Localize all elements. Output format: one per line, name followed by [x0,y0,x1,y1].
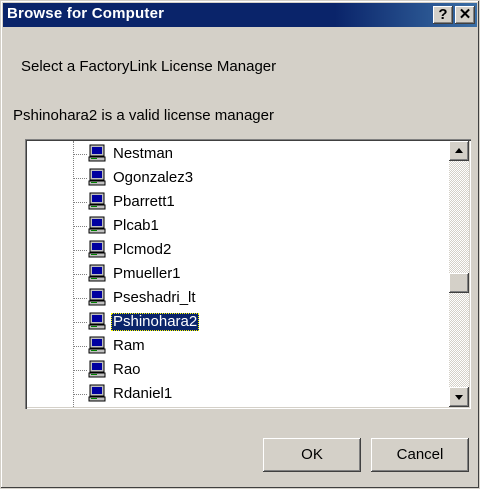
tree-item-label: Ram [113,337,145,354]
computer-icon [88,360,106,378]
tree-branch-line [73,346,87,347]
tree-item[interactable]: Ram [73,335,453,357]
tree-item[interactable]: Pmueller1 [73,263,453,285]
tree-item-label: Plcmod2 [113,241,172,258]
tree-branch-line [73,274,87,275]
tree-item[interactable]: Pseshadri_lt [73,287,453,309]
vertical-scrollbar[interactable] [449,141,469,407]
browse-for-computer-dialog: Browse for Computer ? ✕ Select a Factory… [0,0,480,489]
computer-icon [88,336,106,354]
tree-branch-line [73,250,87,251]
computer-icon [88,384,106,402]
close-button[interactable]: ✕ [455,6,475,24]
status-label: Pshinohara2 is a valid license manager [13,107,274,124]
tree-item-label: Rdaniel1 [113,385,173,402]
title-bar[interactable]: Browse for Computer ? ✕ [3,3,477,27]
computer-icon [88,192,106,210]
tree-item[interactable]: Rdaniel1 [73,383,453,405]
computer-icon [88,312,106,330]
arrow-down-icon [455,395,463,400]
scroll-thumb[interactable] [449,273,469,293]
help-button[interactable]: ? [433,6,453,24]
tree-branch-line [73,370,87,371]
computer-icon [88,216,106,234]
tree-branch-line [73,154,87,155]
scroll-up-button[interactable] [449,141,469,161]
tree-branch-line [73,202,87,203]
computer-icon [88,144,106,162]
tree-item[interactable]: Rao [73,359,453,381]
scroll-down-button[interactable] [449,387,469,407]
tree-item-label: Pbarrett1 [113,193,175,210]
computer-tree[interactable]: Nestman Ogonzalez3 Pbarrett1 Plcab1 Plcm… [25,139,471,409]
tree-branch-line [73,226,87,227]
arrow-up-icon [455,148,463,153]
tree-item-label: Rao [113,361,141,378]
tree-item-label: Pseshadri_lt [113,289,196,306]
computer-icon [88,288,106,306]
tree-item[interactable]: Plcab1 [73,215,453,237]
tree-item-label: Pshinohara2 [111,313,200,331]
tree-item-label: Pmueller1 [113,265,181,282]
cancel-button[interactable]: Cancel [371,438,469,472]
tree-branch-line [73,178,87,179]
prompt-label: Select a FactoryLink License Manager [21,58,277,75]
tree-item-label: Ogonzalez3 [113,169,194,186]
tree-branch-line [73,298,87,299]
computer-icon [88,240,106,258]
computer-icon [88,168,106,186]
tree-item[interactable]: Plcmod2 [73,239,453,261]
tree-branch-line [73,394,87,395]
tree-item-label: Nestman [113,145,174,162]
computer-icon [88,264,106,282]
window-title: Browse for Computer [7,5,165,22]
tree-item[interactable]: Pbarrett1 [73,191,453,213]
tree-branch-line [73,322,87,323]
close-icon: ✕ [458,6,472,23]
ok-button[interactable]: OK [263,438,361,472]
tree-item[interactable]: Nestman [73,143,453,165]
tree-item[interactable]: Ogonzalez3 [73,167,453,189]
tree-item-label: Plcab1 [113,217,159,234]
tree-item-selected[interactable]: Pshinohara2 [73,311,453,333]
